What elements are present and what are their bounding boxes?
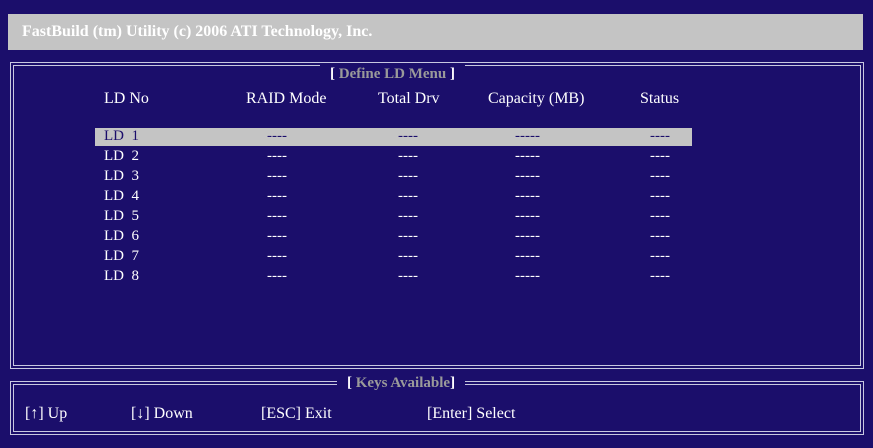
- ld-row[interactable]: LD 8 ---- ---- ----- ----: [95, 268, 692, 286]
- total-drv-value: ----: [398, 268, 418, 284]
- bracket-open: [: [330, 66, 335, 82]
- status-value: ----: [650, 128, 670, 144]
- capacity-value: -----: [515, 268, 540, 284]
- capacity-value: -----: [515, 128, 540, 144]
- ld-row[interactable]: LD 5 ---- ---- ----- ----: [95, 208, 692, 226]
- ld-row[interactable]: LD 4 ---- ---- ----- ----: [95, 188, 692, 206]
- total-drv-value: ----: [398, 228, 418, 244]
- keys-title-text: Keys Available: [355, 375, 451, 391]
- status-value: ----: [650, 228, 670, 244]
- capacity-value: -----: [515, 148, 540, 164]
- capacity-value: -----: [515, 248, 540, 264]
- title-bar: FastBuild (tm) Utility (c) 2006 ATI Tech…: [8, 14, 863, 50]
- column-header-ld-no: LD No: [104, 90, 149, 107]
- ld-number: LD 5: [104, 208, 139, 224]
- bios-screen: FastBuild (tm) Utility (c) 2006 ATI Tech…: [0, 0, 873, 448]
- menu-title-text: Define LD Menu: [338, 66, 447, 82]
- column-header-raid-mode: RAID Mode: [246, 90, 327, 107]
- status-value: ----: [650, 168, 670, 184]
- raid-mode-value: ----: [267, 188, 287, 204]
- ld-number: LD 2: [104, 148, 139, 164]
- total-drv-value: ----: [398, 148, 418, 164]
- bracket-close: ]: [450, 375, 456, 391]
- total-drv-value: ----: [398, 248, 418, 264]
- raid-mode-value: ----: [267, 148, 287, 164]
- raid-mode-value: ----: [267, 228, 287, 244]
- capacity-value: -----: [515, 228, 540, 244]
- ld-number: LD 6: [104, 228, 139, 244]
- capacity-value: -----: [515, 188, 540, 204]
- ld-row[interactable]: LD 1 ---- ---- ----- ----: [95, 128, 692, 146]
- ld-row[interactable]: LD 7 ---- ---- ----- ----: [95, 248, 692, 266]
- raid-mode-value: ----: [267, 248, 287, 264]
- bracket-open: [: [347, 375, 352, 391]
- status-value: ----: [650, 248, 670, 264]
- column-header-capacity: Capacity (MB): [488, 90, 585, 107]
- ld-row[interactable]: LD 3 ---- ---- ----- ----: [95, 168, 692, 186]
- ld-row[interactable]: LD 2 ---- ---- ----- ----: [95, 148, 692, 166]
- status-value: ----: [650, 188, 670, 204]
- app-title: FastBuild (tm) Utility (c) 2006 ATI Tech…: [22, 23, 373, 40]
- raid-mode-value: ----: [267, 208, 287, 224]
- key-hint-down: [↓] Down: [131, 405, 193, 422]
- bracket-close: ]: [450, 66, 455, 82]
- raid-mode-value: ----: [267, 268, 287, 284]
- ld-number: LD 8: [104, 268, 139, 284]
- status-value: ----: [650, 208, 670, 224]
- ld-row[interactable]: LD 6 ---- ---- ----- ----: [95, 228, 692, 246]
- column-header-total-drv: Total Drv: [378, 90, 440, 107]
- raid-mode-value: ----: [267, 128, 287, 144]
- ld-number: LD 4: [104, 188, 139, 204]
- status-value: ----: [650, 268, 670, 284]
- total-drv-value: ----: [398, 128, 418, 144]
- capacity-value: -----: [515, 168, 540, 184]
- status-value: ----: [650, 148, 670, 164]
- ld-number: LD 7: [104, 248, 139, 264]
- total-drv-value: ----: [398, 188, 418, 204]
- keys-available-title: [ Keys Available]: [337, 373, 466, 393]
- ld-number: LD 1: [104, 128, 139, 144]
- capacity-value: -----: [515, 208, 540, 224]
- total-drv-value: ----: [398, 208, 418, 224]
- define-ld-menu-title: [ Define LD Menu ]: [320, 64, 465, 84]
- key-hint-esc-exit: [ESC] Exit: [261, 405, 332, 422]
- key-hint-enter-select: [Enter] Select: [427, 405, 516, 422]
- key-hint-up: [↑] Up: [25, 405, 68, 422]
- ld-number: LD 3: [104, 168, 139, 184]
- column-header-status: Status: [640, 90, 680, 107]
- raid-mode-value: ----: [267, 168, 287, 184]
- total-drv-value: ----: [398, 168, 418, 184]
